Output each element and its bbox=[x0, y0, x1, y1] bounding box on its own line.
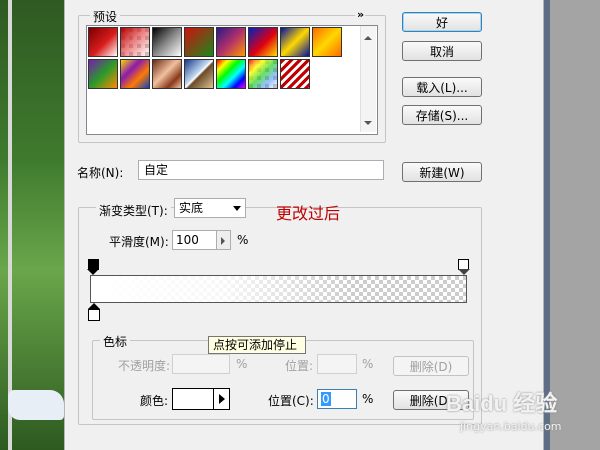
gradient-fill bbox=[91, 276, 466, 302]
opacity-position-label: 位置: bbox=[285, 359, 314, 373]
annotation-text: 更改过后 bbox=[276, 204, 341, 223]
color-chip bbox=[173, 389, 213, 409]
new-button[interactable]: 新建(W) bbox=[402, 162, 482, 182]
preset-swatch-black-white[interactable] bbox=[152, 27, 182, 57]
name-label: 名称(N): bbox=[77, 166, 124, 180]
watermark-url: jingyan.baidu.com bbox=[460, 420, 562, 433]
preset-swatch-fg-to-transparent[interactable] bbox=[120, 27, 150, 57]
watermark: Baidu 经验 jingyan.baidu.com bbox=[440, 378, 590, 438]
save-button[interactable]: 存储(S)... bbox=[402, 105, 482, 125]
preset-swatch-chrome[interactable] bbox=[184, 59, 214, 89]
preset-swatch-copper[interactable] bbox=[152, 59, 182, 89]
color-position-label: 位置(C): bbox=[268, 394, 314, 408]
cancel-button[interactable]: 取消 bbox=[402, 41, 482, 61]
color-label: 颜色: bbox=[140, 394, 169, 408]
load-button[interactable]: 载入(L)... bbox=[402, 77, 482, 97]
gradient-type-value: 实底 bbox=[179, 201, 204, 215]
preset-swatch-fg-to-bg[interactable] bbox=[88, 27, 118, 57]
preset-swatch-transparent-rainbow[interactable] bbox=[248, 59, 278, 89]
chevron-right-icon bbox=[219, 394, 225, 404]
preset-swatch-blue-yellow-blue[interactable] bbox=[280, 27, 310, 57]
scroll-up-icon[interactable] bbox=[364, 36, 372, 40]
preset-swatch-red-green[interactable] bbox=[184, 27, 214, 57]
gradient-type-label: 渐变类型(T): bbox=[96, 202, 171, 219]
add-stop-tooltip: 点按可添加停止 bbox=[208, 336, 306, 354]
preset-swatch-blue-red-yellow[interactable] bbox=[248, 27, 278, 57]
preset-swatch-grid bbox=[88, 27, 358, 91]
color-swatch-picker[interactable] bbox=[172, 388, 230, 410]
gradient-type-select[interactable]: 实底 bbox=[174, 198, 246, 218]
preset-swatch-transparent-stripes[interactable] bbox=[280, 59, 310, 89]
opacity-position-unit: % bbox=[362, 357, 374, 371]
opacity-input[interactable] bbox=[172, 354, 230, 374]
double-chevron-right-icon[interactable]: » bbox=[355, 8, 366, 21]
watermark-logo: Baidu 经验 bbox=[446, 391, 558, 416]
smoothness-unit: % bbox=[237, 233, 249, 247]
color-swatch-divider bbox=[213, 389, 214, 409]
preset-swatch-violet-green-orange[interactable] bbox=[88, 59, 118, 89]
color-position-value: 0 bbox=[321, 392, 331, 406]
opacity-unit: % bbox=[236, 357, 248, 371]
smoothness-slider-button[interactable] bbox=[217, 230, 231, 250]
color-stop-left[interactable] bbox=[88, 309, 100, 321]
delete-opacity-stop-button[interactable]: 删除(D) bbox=[393, 356, 469, 376]
gradient-preview-bar[interactable] bbox=[90, 275, 467, 303]
presets-title: 预设 bbox=[90, 8, 121, 25]
smoothness-input[interactable]: 100 bbox=[172, 230, 217, 250]
background-frame bbox=[8, 0, 12, 450]
preset-scrollbar[interactable] bbox=[360, 26, 376, 132]
chevron-down-icon bbox=[233, 206, 241, 211]
preset-swatch-orange-yellow-orange[interactable] bbox=[312, 27, 342, 57]
smoothness-label: 平滑度(M): bbox=[109, 235, 169, 249]
color-position-input[interactable]: 0 bbox=[317, 389, 357, 409]
preset-swatch-yellow-violet-orange-blue[interactable] bbox=[120, 59, 150, 89]
preset-swatch-spectrum[interactable] bbox=[216, 59, 246, 89]
scroll-down-icon[interactable] bbox=[364, 121, 372, 125]
preset-swatch-violet-orange[interactable] bbox=[216, 27, 246, 57]
opacity-label: 不透明度: bbox=[118, 359, 171, 373]
color-position-unit: % bbox=[362, 392, 374, 406]
opacity-position-input[interactable] bbox=[317, 354, 357, 374]
background-object bbox=[8, 390, 64, 420]
chevron-right-icon bbox=[221, 237, 225, 245]
stops-title: 色标 bbox=[100, 333, 131, 350]
name-input[interactable]: 自定 bbox=[138, 160, 384, 180]
ok-button[interactable]: 好 bbox=[402, 12, 482, 32]
